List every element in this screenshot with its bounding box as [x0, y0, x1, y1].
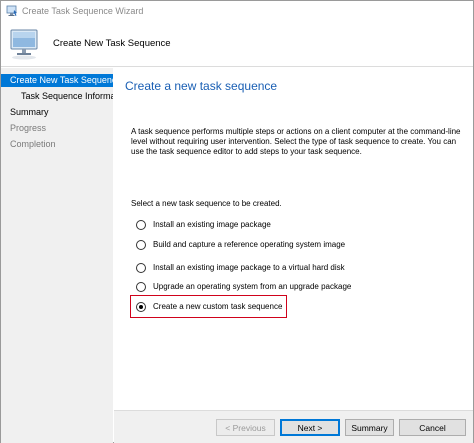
page-title: Create a new task sequence — [125, 79, 278, 93]
radio-button[interactable] — [136, 219, 146, 230]
sidebar-item-task-sequence-information[interactable]: Task Sequence Information — [1, 90, 113, 103]
option-create-custom-task-sequence[interactable]: Create a new custom task sequence — [136, 300, 282, 313]
page-description: A task sequence performs multiple steps … — [131, 127, 461, 156]
wizard-window: Create Task Sequence Wizard Create New T… — [0, 0, 474, 443]
window-title: Create Task Sequence Wizard — [22, 6, 144, 16]
wizard-footer: < Previous Next > Summary Cancel — [114, 410, 473, 443]
sidebar-item-create-new-task-sequence[interactable]: Create New Task Sequence — [1, 74, 113, 87]
option-label: Build and capture a reference operating … — [153, 240, 346, 249]
option-label: Upgrade an operating system from an upgr… — [153, 282, 352, 291]
option-label: Install an existing image package — [153, 220, 271, 229]
radio-button-selected[interactable] — [136, 301, 146, 312]
cancel-button[interactable]: Cancel — [399, 419, 466, 436]
summary-button[interactable]: Summary — [345, 419, 394, 436]
title-bar: Create Task Sequence Wizard — [1, 1, 473, 21]
sidebar-item-summary[interactable]: Summary — [1, 106, 113, 119]
option-label: Install an existing image package to a v… — [153, 263, 345, 272]
selection-prompt: Select a new task sequence to be created… — [131, 199, 282, 208]
option-build-and-capture[interactable]: Build and capture a reference operating … — [136, 238, 345, 251]
wizard-computer-icon — [6, 5, 17, 16]
option-install-to-virtual-hard-disk[interactable]: Install an existing image package to a v… — [136, 261, 345, 274]
computer-monitor-icon — [10, 29, 38, 59]
radio-button[interactable] — [136, 239, 146, 250]
option-upgrade-operating-system[interactable]: Upgrade an operating system from an upgr… — [136, 280, 351, 293]
next-button[interactable]: Next > — [280, 419, 340, 436]
radio-button[interactable] — [136, 262, 146, 273]
option-label: Create a new custom task sequence — [153, 302, 283, 311]
radio-button[interactable] — [136, 281, 146, 292]
option-install-existing-image[interactable]: Install an existing image package — [136, 218, 271, 231]
sidebar-item-completion: Completion — [10, 139, 56, 149]
header-title: Create New Task Sequence — [53, 38, 171, 49]
wizard-steps-sidebar: Create New Task Sequence Task Sequence I… — [1, 68, 113, 443]
sidebar-item-progress: Progress — [10, 123, 47, 133]
wizard-content: Create a new task sequence A task sequen… — [114, 68, 473, 410]
previous-button[interactable]: < Previous — [216, 419, 275, 436]
wizard-header: Create New Task Sequence — [1, 21, 473, 67]
